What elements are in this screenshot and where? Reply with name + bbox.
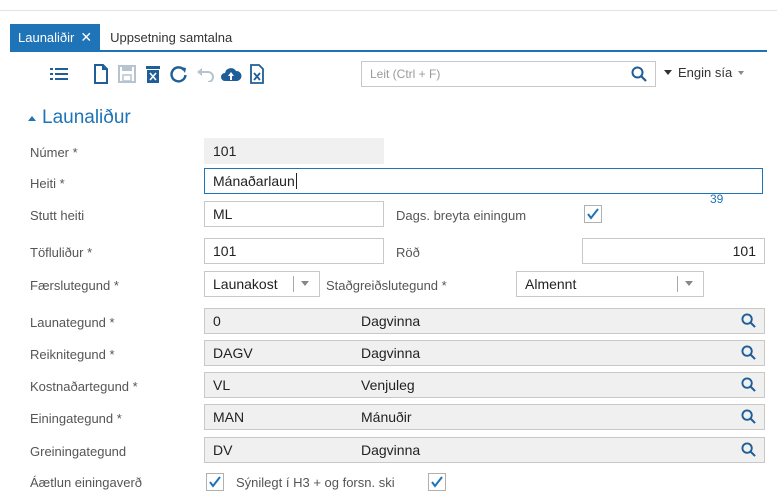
numer-field: 101 — [204, 138, 384, 164]
toolbar — [48, 60, 272, 88]
text-cursor — [295, 173, 297, 189]
tab-underline — [10, 50, 767, 52]
delete-icon[interactable] — [142, 62, 164, 86]
reiknitegund-code: DAGV — [213, 345, 253, 361]
label-faerslutegund: Færslutegund * — [30, 278, 119, 293]
launategund-lookup[interactable]: 0 Dagvinna — [204, 308, 765, 334]
tab-label: Uppsetning samtalna — [110, 29, 233, 45]
label-stutt-heiti: Stutt heiti — [30, 208, 85, 223]
reiknitegund-lookup[interactable]: DAGV Dagvinna — [204, 340, 765, 366]
dropdown-separator — [293, 276, 294, 292]
tofludur-field[interactable]: 101 — [204, 238, 384, 264]
refresh-icon[interactable] — [168, 62, 190, 86]
einingategund-desc: Mánuðir — [361, 409, 412, 425]
dags-breyta-checkbox[interactable] — [584, 205, 602, 223]
list-icon[interactable] — [48, 62, 70, 86]
tofludur-value: 101 — [213, 243, 237, 259]
label-reiknitegund: Reiknitegund * — [30, 347, 115, 362]
kostnadartegund-code: VL — [213, 377, 231, 393]
launategund-desc: Dagvinna — [361, 313, 421, 329]
rod-value: 101 — [732, 243, 756, 259]
label-dags-breyta: Dags. breyta einingum — [396, 208, 527, 223]
collapse-icon — [28, 115, 36, 121]
label-launategund: Launategund * — [30, 315, 115, 330]
search-input[interactable]: Leit (Ctrl + F) — [361, 61, 656, 87]
reiknitegund-desc: Dagvinna — [361, 345, 421, 361]
greiningategund-desc: Dagvinna — [361, 442, 421, 458]
chevron-down-icon — [301, 281, 309, 286]
caret-down-icon — [664, 70, 672, 75]
kostnadartegund-desc: Venjuleg — [361, 377, 415, 393]
synilegt-checkbox[interactable] — [428, 473, 446, 491]
aaetlun-checkbox[interactable] — [206, 473, 224, 491]
new-doc-icon[interactable] — [90, 62, 112, 86]
greiningategund-code: DV — [213, 442, 233, 458]
search-icon[interactable] — [741, 442, 756, 460]
label-heiti: Heiti * — [30, 176, 65, 191]
dropdown-separator — [677, 276, 678, 292]
stutt-heiti-field[interactable]: ML — [204, 201, 384, 227]
cloud-upload-icon[interactable] — [220, 62, 242, 86]
label-stadgreidslutegund: Staðgreiðslutegund * — [326, 278, 447, 293]
tab-uppsetning-samtalna[interactable]: Uppsetning samtalna — [100, 24, 242, 50]
chevron-down-icon — [738, 70, 745, 75]
search-icon[interactable] — [741, 409, 756, 427]
save-icon[interactable] — [116, 62, 138, 86]
tab-launalidir[interactable]: Launaliðir ✕ — [10, 24, 101, 50]
tab-bar: Launaliðir ✕ Uppsetning samtalna — [10, 24, 242, 50]
label-numer: Númer * — [30, 145, 78, 160]
search-icon[interactable] — [741, 313, 756, 331]
search-icon[interactable] — [741, 345, 756, 363]
chevron-down-icon — [685, 281, 693, 286]
heiti-field[interactable]: Mánaðarlaun — [204, 168, 763, 194]
label-greiningategund: Greiningategund — [30, 444, 127, 459]
section-title: Launaliður — [42, 107, 131, 128]
heiti-value: Mánaðarlaun — [213, 173, 295, 189]
excel-icon[interactable] — [246, 62, 268, 86]
einingategund-lookup[interactable]: MAN Mánuðir — [204, 404, 765, 430]
label-kostnadartegund: Kostnaðartegund * — [30, 379, 138, 394]
faerslutegund-dropdown[interactable]: Launakost — [204, 271, 320, 297]
greiningategund-lookup[interactable]: DV Dagvinna — [204, 437, 765, 463]
search-icon[interactable] — [741, 377, 756, 395]
close-icon[interactable]: ✕ — [80, 29, 92, 46]
undo-icon[interactable] — [194, 62, 216, 86]
section-header-launalidur[interactable]: Launaliður — [28, 107, 131, 129]
search-icon[interactable] — [631, 66, 647, 85]
search-placeholder: Leit (Ctrl + F) — [370, 67, 441, 81]
kostnadartegund-lookup[interactable]: VL Venjuleg — [204, 372, 765, 398]
numer-value: 101 — [213, 143, 237, 159]
launategund-code: 0 — [213, 313, 221, 329]
label-tofludur: Töfluliður * — [30, 245, 93, 260]
filter-label: Engin sía — [678, 65, 733, 80]
stutt-heiti-value: ML — [213, 206, 233, 222]
einingategund-code: MAN — [213, 409, 245, 425]
stadgreidslutegund-value: Almennt — [525, 276, 577, 292]
label-rod: Röð — [396, 245, 420, 260]
rod-field[interactable]: 101 — [582, 238, 765, 264]
tab-label: Launaliðir — [18, 29, 75, 45]
char-counter: 39 — [710, 192, 724, 206]
faerslutegund-value: Launakost — [213, 276, 278, 292]
top-divider — [0, 10, 777, 11]
label-einingategund: Einingategund * — [30, 411, 122, 426]
stadgreidslutegund-dropdown[interactable]: Almennt — [516, 271, 704, 297]
filter-dropdown[interactable]: Engin sía — [664, 65, 745, 80]
